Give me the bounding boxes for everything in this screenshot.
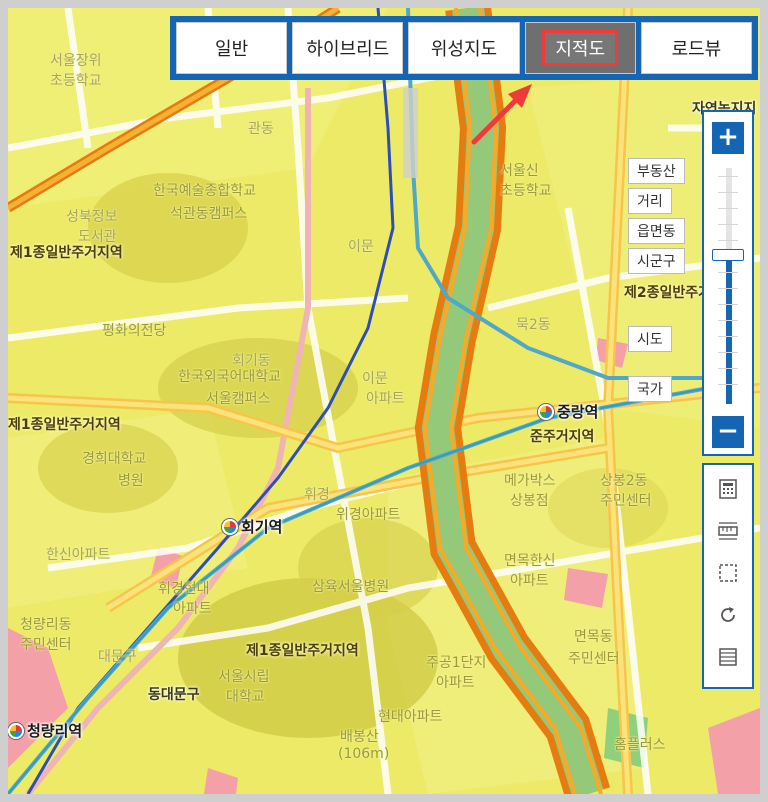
zoom-out-button[interactable]: − (712, 416, 744, 448)
place-label: 병원 (118, 473, 144, 489)
place-label: 홈플러스 (614, 737, 666, 753)
place-label: 주민센터 (600, 493, 652, 509)
place-label: 삼육서울병원 (312, 579, 390, 595)
place-label: 현대아파트 (378, 709, 443, 725)
place-label: 면목한신 (504, 553, 556, 569)
map-type-cadastral-button[interactable]: 지적도 (524, 22, 636, 74)
zoom-slider-fill (726, 255, 732, 404)
map-type-label: 로드뷰 (671, 39, 722, 60)
zoom-tick (718, 352, 738, 353)
subway-station-icon (538, 403, 554, 420)
map-type-label: 지적도 (542, 30, 619, 66)
place-label: 대문구 (98, 649, 137, 665)
place-label: 상봉2동 (600, 473, 648, 489)
calculator-icon[interactable] (718, 479, 740, 501)
station-hoegi[interactable]: 회기역 (222, 516, 282, 537)
dong-label: 관동 (248, 121, 274, 137)
zone-label: 준주거지역 (530, 429, 595, 445)
place-label: 초등학교 (500, 183, 552, 199)
map-canvas[interactable]: 서울장위 초등학교 한국예술종합학교 석관동캠퍼스 성북정보 도서관 평화의전당… (8, 8, 760, 794)
place-label: 주민센터 (20, 637, 72, 653)
ruler-icon[interactable] (718, 521, 740, 543)
zoom-tick (718, 304, 738, 305)
zoom-tick (718, 192, 738, 193)
place-label: 경희대학교 (82, 451, 147, 467)
map-type-toolbar: 일반 하이브리드 위성지도 지적도 로드뷰 (170, 16, 758, 80)
layers-icon[interactable] (718, 647, 740, 669)
place-label: 상봉점 (510, 493, 549, 509)
zone-label: 제1종일반주거지역 (8, 417, 121, 433)
area-select-icon[interactable] (718, 563, 740, 585)
map-type-label: 일반 (215, 39, 249, 60)
subway-station-icon (8, 722, 24, 739)
dong-label: 회기동 (232, 353, 271, 369)
station-label: 회기역 (241, 518, 283, 536)
refresh-icon[interactable] (718, 605, 740, 627)
zoom-control: + − (702, 110, 754, 456)
place-label: 주공1단지 (426, 655, 487, 671)
subway-station-icon (222, 518, 238, 535)
zoom-level-country[interactable]: 국가 (628, 376, 672, 402)
map-type-hybrid-button[interactable]: 하이브리드 (292, 22, 404, 74)
district-label: 동대문구 (148, 687, 200, 703)
zoom-tick (718, 368, 738, 369)
zoom-tick (718, 288, 738, 289)
zoom-level-town[interactable]: 읍면동 (628, 218, 685, 244)
place-label: 메가박스 (504, 473, 556, 489)
place-label: 아파트 (510, 573, 549, 589)
zoom-level-real-estate[interactable]: 부동산 (628, 158, 685, 184)
zoom-level-province[interactable]: 시도 (628, 326, 672, 352)
place-label: 청량리동 (20, 617, 72, 633)
map-frame: 서울장위 초등학교 한국예술종합학교 석관동캠퍼스 성북정보 도서관 평화의전당… (0, 0, 768, 802)
zone-label: 제1종일반주거지역 (10, 245, 123, 261)
place-label: (106m) (338, 746, 390, 762)
place-label: 이문 (362, 371, 388, 387)
map-type-satellite-button[interactable]: 위성지도 (408, 22, 520, 74)
zoom-tick (718, 320, 738, 321)
place-label: 성북정보 (66, 209, 118, 225)
zoom-tick (718, 240, 738, 241)
place-label: 서울시립 (218, 669, 270, 685)
dong-label: 묵2동 (516, 317, 551, 333)
zoom-level-district[interactable]: 시군구 (628, 248, 685, 274)
place-label: 위경아파트 (336, 507, 401, 523)
place-label: 배봉산 (340, 729, 379, 745)
place-label: 석관동캠퍼스 (170, 206, 248, 222)
place-label: 서울캠퍼스 (206, 391, 271, 407)
zone-label: 제1종일반주거지역 (246, 643, 359, 659)
zoom-tick (718, 224, 738, 225)
station-label: 중랑역 (557, 403, 599, 421)
station-jungnang[interactable]: 중랑역 (538, 401, 598, 422)
zoom-tick (718, 384, 738, 385)
place-label: 휘경현대 (158, 581, 210, 597)
place-label: 아파트 (436, 675, 475, 691)
place-label: 한신아파트 (46, 547, 111, 563)
place-label: 아파트 (366, 391, 405, 407)
dong-label: 휘경 (304, 487, 330, 503)
place-label: 대학교 (226, 689, 265, 705)
place-label: 평화의전당 (102, 323, 167, 339)
zoom-in-button[interactable]: + (712, 122, 744, 154)
place-label: 한국예술종합학교 (153, 183, 257, 199)
station-label: 청량리역 (27, 722, 83, 740)
zoom-tick (718, 336, 738, 337)
dong-label: 이문 (348, 239, 374, 255)
map-type-label: 위성지도 (430, 39, 498, 60)
place-label: 초등학교 (50, 73, 102, 89)
place-label: 면목동 (574, 629, 613, 645)
map-tools-panel (702, 463, 754, 689)
place-label: 서울장위 (50, 53, 102, 69)
zoom-tick (718, 208, 738, 209)
zoom-tick (718, 176, 738, 177)
place-label: 서울신 (500, 163, 539, 179)
map-type-roadview-button[interactable]: 로드뷰 (640, 22, 753, 74)
place-label: 아파트 (173, 601, 212, 617)
zoom-level-street[interactable]: 거리 (628, 188, 672, 214)
station-cheongnyangni[interactable]: 청량리역 (8, 720, 82, 741)
map-type-label: 하이브리드 (306, 39, 390, 60)
map-type-normal-button[interactable]: 일반 (176, 22, 288, 74)
zoom-tick (718, 272, 738, 273)
place-label: 주민센터 (568, 651, 620, 667)
zoom-slider-handle[interactable] (712, 249, 744, 261)
